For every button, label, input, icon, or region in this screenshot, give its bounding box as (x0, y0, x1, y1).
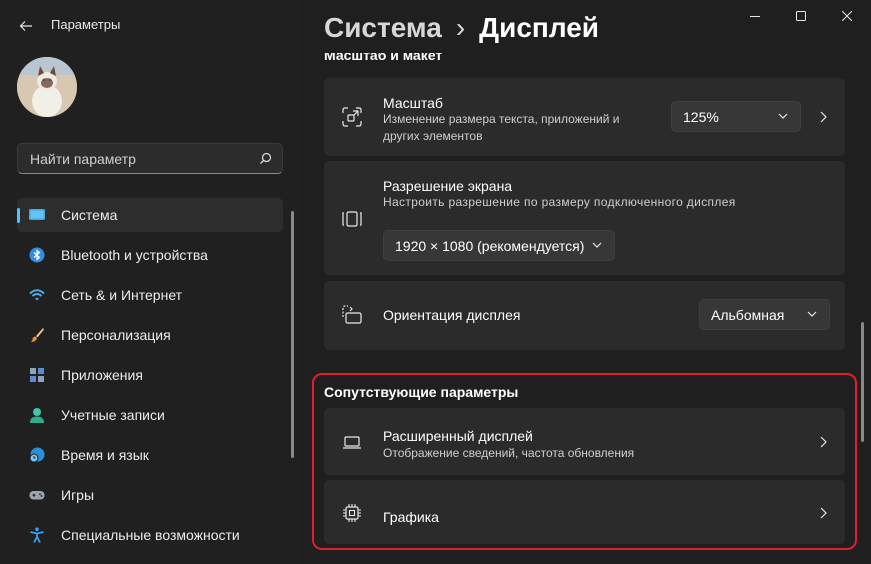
orientation-value: Альбомная (711, 307, 785, 323)
resolution-dropdown[interactable]: 1920 × 1080 (рекомендуется) (383, 230, 615, 261)
scale-description: Изменение размера текста, приложений и д… (383, 112, 620, 143)
accessibility-icon (30, 527, 44, 543)
nav-item-system[interactable]: Система (17, 198, 283, 232)
apps-icon (30, 368, 44, 382)
chevron-down-icon (807, 311, 817, 317)
scale-title: Масштаб (383, 95, 443, 111)
nav-item-apps[interactable]: Приложения (17, 358, 283, 392)
resolution-icon (342, 211, 362, 227)
selection-indicator (17, 208, 20, 223)
scale-dropdown[interactable]: 125% (671, 101, 801, 132)
main-scrollbar[interactable] (861, 322, 864, 442)
wifi-icon (29, 289, 45, 301)
nav-item-personalization[interactable]: Персонализация (17, 318, 283, 352)
nav-label: Bluetooth и устройства (61, 247, 208, 263)
nav-item-accessibility[interactable]: Специальные возможности (17, 518, 283, 552)
globe-clock-icon (29, 447, 45, 463)
account-icon (30, 408, 44, 423)
orientation-title: Ориентация дисплея (383, 307, 521, 323)
nav-label: Специальные возможности (61, 527, 240, 543)
chevron-down-icon (778, 113, 788, 119)
minimize-button[interactable] (732, 0, 778, 32)
nav-item-gaming[interactable]: Игры (17, 478, 283, 512)
avatar[interactable] (17, 57, 77, 117)
gamepad-icon (29, 491, 45, 500)
close-button[interactable] (824, 0, 870, 32)
scale-card: Масштаб Изменение размера текста, прилож… (324, 78, 845, 156)
orientation-dropdown[interactable]: Альбомная (699, 299, 830, 330)
section-header-text: Масштаб и макет (324, 53, 443, 63)
nav-item-accounts[interactable]: Учетные записи (17, 398, 283, 432)
app-title: Параметры (51, 17, 121, 32)
breadcrumb: Система › Дисплей (324, 12, 599, 44)
nav-label: Система (61, 207, 118, 223)
page-title: Дисплей (479, 12, 600, 43)
nav-label: Приложения (61, 367, 143, 383)
sidebar-scrollbar[interactable] (291, 211, 294, 458)
nav-label: Персонализация (61, 327, 171, 343)
red-highlight-frame (312, 373, 857, 550)
resolution-card: Разрешение экрана Настроить разрешение п… (324, 161, 845, 275)
orientation-card: Ориентация дисплея Альбомная (324, 281, 845, 350)
nav-label: Время и язык (61, 447, 149, 463)
chevron-right-icon[interactable] (820, 111, 827, 123)
search-input[interactable] (28, 150, 252, 168)
resolution-title: Разрешение экрана (383, 178, 513, 194)
search-box[interactable] (17, 143, 283, 174)
breadcrumb-parent[interactable]: Система (324, 12, 442, 43)
close-icon (842, 11, 852, 21)
back-button[interactable] (12, 12, 40, 40)
maximize-button[interactable] (778, 0, 824, 32)
maximize-icon (796, 11, 806, 21)
back-arrow-icon (19, 21, 32, 31)
minimize-icon (750, 16, 760, 17)
cat-avatar-image (17, 57, 77, 117)
breadcrumb-separator: › (455, 12, 466, 43)
nav-item-network[interactable]: Сеть & и Интернет (17, 278, 283, 312)
search-icon[interactable] (259, 152, 272, 165)
brush-icon (31, 328, 44, 342)
section-header-scale-layout: Масштаб и макет (324, 53, 624, 67)
nav-label: Сеть & и Интернет (61, 287, 183, 303)
resolution-value: 1920 × 1080 (рекомендуется) (395, 238, 585, 254)
orientation-icon (342, 305, 362, 324)
chevron-down-icon (592, 242, 602, 248)
system-icon (29, 209, 45, 220)
sidebar: Параметры Система Bluetooth и устройства… (0, 0, 300, 564)
nav-item-time-language[interactable]: Время и язык (17, 438, 283, 472)
resolution-description: Настроить разрешение по размеру подключе… (383, 195, 736, 209)
bluetooth-icon (29, 247, 45, 263)
scale-icon (342, 107, 362, 127)
nav-label: Игры (61, 487, 95, 503)
nav-label: Учетные записи (61, 407, 165, 423)
nav-item-bluetooth[interactable]: Bluetooth и устройства (17, 238, 283, 272)
scale-value: 125% (683, 109, 719, 125)
